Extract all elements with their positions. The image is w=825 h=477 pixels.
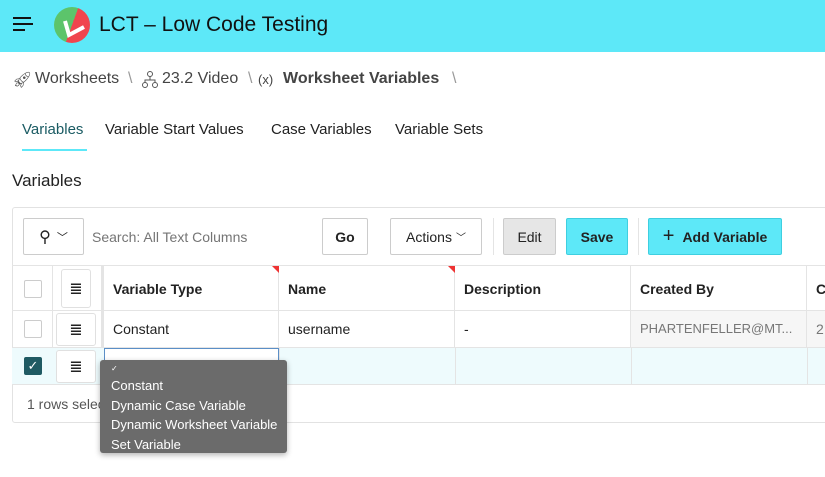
breadcrumb-separator: \ bbox=[248, 70, 253, 87]
cell-variable-type[interactable]: Constant bbox=[104, 311, 279, 348]
save-button[interactable]: Save bbox=[566, 218, 628, 255]
required-marker bbox=[272, 266, 279, 273]
app-title: LCT – Low Code Testing bbox=[99, 13, 329, 36]
row-checkbox[interactable] bbox=[24, 320, 42, 338]
row-select-cell bbox=[12, 311, 53, 348]
variable-icon: (x) bbox=[258, 72, 274, 87]
option-dynamic-worksheet-variable[interactable]: Dynamic Worksheet Variable bbox=[111, 415, 287, 435]
option-set-variable[interactable]: Set Variable bbox=[111, 435, 287, 455]
active-tab-indicator bbox=[22, 149, 87, 151]
column-header-c[interactable]: C bbox=[807, 266, 825, 311]
row-menu-icon[interactable]: ≣ bbox=[56, 350, 96, 383]
add-variable-button[interactable]: + Add Variable bbox=[648, 218, 782, 255]
row-menu-header: ≣ bbox=[53, 266, 104, 311]
breadcrumb-worksheets[interactable]: Worksheets bbox=[35, 70, 119, 88]
edit-button[interactable]: Edit bbox=[503, 218, 556, 255]
tab-case-variables[interactable]: Case Variables bbox=[271, 121, 372, 138]
breadcrumb-worksheet-variables: Worksheet Variables bbox=[283, 70, 440, 87]
search-icon: ⚲ bbox=[39, 228, 51, 246]
tab-variable-start-values[interactable]: Variable Start Values bbox=[105, 121, 244, 138]
add-variable-label: Add Variable bbox=[682, 228, 768, 245]
column-header-description[interactable]: Description bbox=[455, 266, 631, 311]
required-marker bbox=[448, 266, 455, 273]
toolbar-divider bbox=[493, 218, 494, 255]
rocket-icon: 🚀︎ bbox=[12, 72, 33, 89]
hamburger-menu-icon[interactable] bbox=[13, 17, 33, 31]
section-title: Variables bbox=[12, 171, 82, 190]
row-menu-cell: ≣ bbox=[53, 311, 104, 348]
lct-logo-icon bbox=[54, 7, 90, 43]
search-input[interactable] bbox=[84, 218, 312, 255]
row-menu-icon[interactable]: ≣ bbox=[56, 313, 96, 346]
chevron-down-icon: ﹀ bbox=[455, 233, 466, 244]
breadcrumb-separator: \ bbox=[128, 70, 133, 87]
chevron-down-icon: ﹀ bbox=[56, 231, 68, 244]
breadcrumb-separator: \ bbox=[452, 70, 457, 87]
breadcrumb-video[interactable]: 23.2 Video bbox=[162, 70, 238, 88]
hierarchy-icon bbox=[142, 71, 158, 88]
cell-c: 2 bbox=[807, 311, 825, 348]
column-header-created-by[interactable]: Created By bbox=[631, 266, 807, 311]
option-constant[interactable]: Constant bbox=[111, 376, 287, 396]
option-dynamic-case-variable[interactable]: Dynamic Case Variable bbox=[111, 396, 287, 416]
column-header-variable-type[interactable]: Variable Type bbox=[104, 266, 279, 311]
actions-label: Actions bbox=[406, 228, 452, 245]
column-divider bbox=[807, 348, 808, 385]
column-header-name[interactable]: Name bbox=[279, 266, 455, 311]
go-button[interactable]: Go bbox=[322, 218, 368, 255]
tab-variable-sets[interactable]: Variable Sets bbox=[395, 121, 483, 138]
rows-selected-status: 1 rows selec bbox=[27, 396, 105, 412]
cell-description[interactable]: - bbox=[455, 311, 631, 348]
selected-check-icon: ✓ bbox=[111, 364, 118, 373]
tab-variables[interactable]: Variables bbox=[22, 121, 83, 138]
select-all-cell bbox=[12, 266, 53, 311]
column-divider bbox=[631, 348, 632, 385]
variable-type-dropdown: ✓ Constant Dynamic Case Variable Dynamic… bbox=[100, 360, 287, 453]
search-column-button[interactable]: ⚲ ﹀ bbox=[23, 218, 84, 255]
actions-button[interactable]: Actions ﹀ bbox=[390, 218, 482, 255]
cell-name[interactable]: username bbox=[279, 311, 455, 348]
plus-icon: + bbox=[662, 225, 675, 247]
toolbar-divider bbox=[638, 218, 639, 255]
select-all-checkbox[interactable] bbox=[24, 280, 42, 298]
cell-created-by: PHARTENFELLER@MT... bbox=[631, 311, 807, 348]
column-menu-icon[interactable]: ≣ bbox=[61, 269, 91, 308]
column-divider bbox=[455, 348, 456, 385]
row-checkbox-checked[interactable]: ✓ bbox=[24, 357, 42, 375]
